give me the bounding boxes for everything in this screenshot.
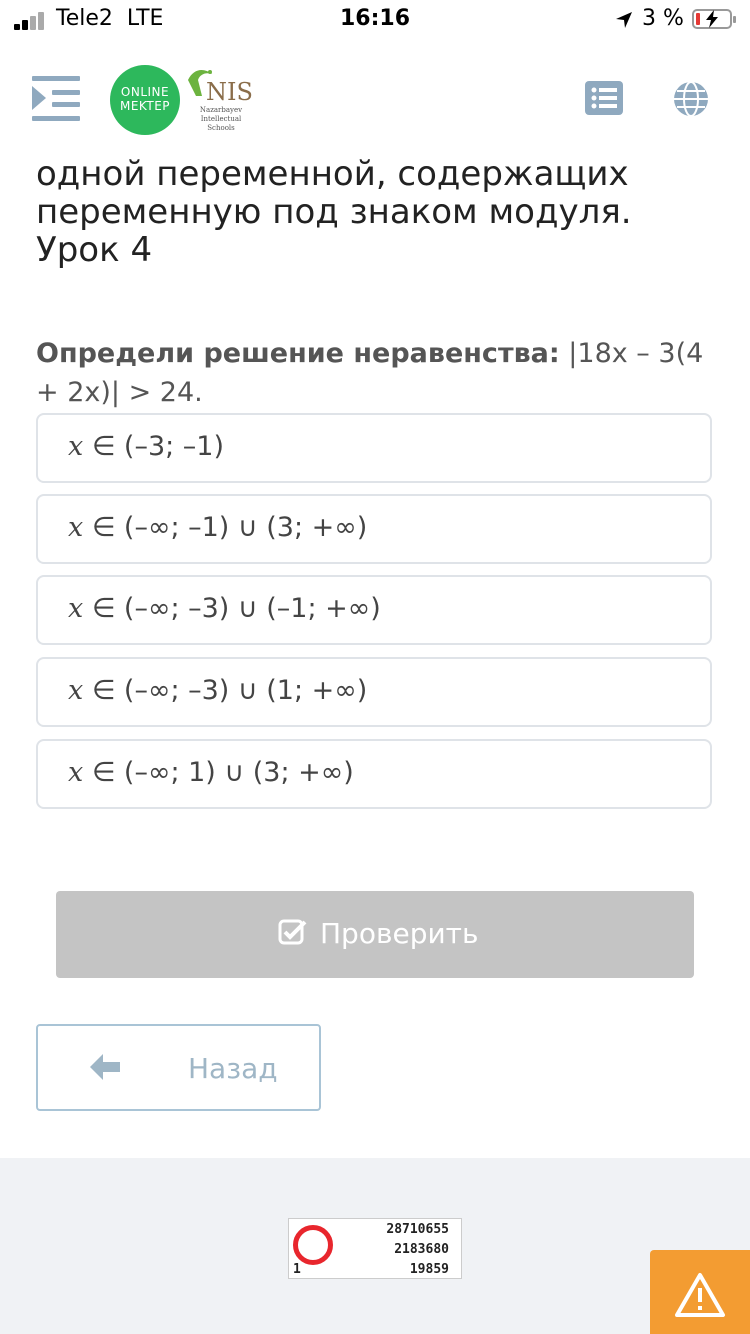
option-text: ∈ (–3; –1) bbox=[83, 431, 225, 462]
answer-option-2[interactable]: x ∈ (–∞; –1) ∪ (3; +∞) bbox=[36, 494, 712, 564]
check-answer-button[interactable]: Проверить bbox=[56, 891, 694, 978]
answer-option-3[interactable]: x ∈ (–∞; –3) ∪ (–1; +∞) bbox=[36, 575, 712, 645]
warning-icon bbox=[675, 1273, 725, 1317]
visitor-counter[interactable]: 28710655 2183680 1 19859 bbox=[288, 1218, 462, 1279]
option-variable: x bbox=[68, 757, 84, 788]
option-variable: x bbox=[68, 675, 84, 706]
back-button-label: Назад bbox=[188, 1052, 278, 1085]
option-text: ∈ (–∞; –1) ∪ (3; +∞) bbox=[83, 512, 368, 543]
arrow-left-icon bbox=[90, 1054, 120, 1080]
online-mektep-logo[interactable]: ONLINE MEKTEP bbox=[110, 65, 180, 135]
report-problem-button[interactable] bbox=[650, 1250, 750, 1334]
list-icon[interactable] bbox=[585, 81, 623, 115]
clock: 16:16 bbox=[339, 6, 411, 31]
battery-icon bbox=[692, 9, 736, 29]
option-text: ∈ (–∞; –3) ∪ (–1; +∞) bbox=[83, 593, 381, 624]
counter-total: 28710655 bbox=[386, 1222, 449, 1237]
location-arrow-icon bbox=[616, 12, 632, 28]
back-button[interactable]: Назад bbox=[36, 1024, 321, 1111]
option-variable: x bbox=[68, 431, 84, 462]
battery-percent: 3 % bbox=[642, 6, 684, 31]
question-text: Определи решение неравенства: |18x – 3(4… bbox=[36, 334, 716, 412]
option-text: ∈ (–∞; –3) ∪ (1; +∞) bbox=[83, 675, 368, 706]
menu-icon[interactable] bbox=[30, 74, 82, 124]
answer-option-1[interactable]: x ∈ (–3; –1) bbox=[36, 413, 712, 483]
counter-logo-icon bbox=[293, 1225, 333, 1265]
option-variable: x bbox=[68, 512, 84, 543]
answer-option-4[interactable]: x ∈ (–∞; –3) ∪ (1; +∞) bbox=[36, 657, 712, 727]
counter-rank: 1 bbox=[293, 1262, 301, 1277]
nis-logo: NIS Nazarbayev Intellectual Schools bbox=[184, 66, 254, 136]
question-prompt: Определи решение неравенства: bbox=[36, 338, 560, 369]
option-text: ∈ (–∞; 1) ∪ (3; +∞) bbox=[83, 757, 354, 788]
option-variable: x bbox=[68, 593, 84, 624]
counter-today: 19859 bbox=[409, 1262, 449, 1277]
check-button-label: Проверить bbox=[320, 917, 479, 950]
counter-views: 2183680 bbox=[394, 1242, 449, 1257]
lesson-title: одной переменной, содержащих переменную … bbox=[36, 154, 632, 270]
globe-icon[interactable] bbox=[672, 80, 710, 118]
status-bar: Tele2 LTE 16:16 3 % bbox=[0, 0, 750, 40]
checkbox-icon bbox=[278, 919, 307, 945]
answer-option-5[interactable]: x ∈ (–∞; 1) ∪ (3; +∞) bbox=[36, 739, 712, 809]
